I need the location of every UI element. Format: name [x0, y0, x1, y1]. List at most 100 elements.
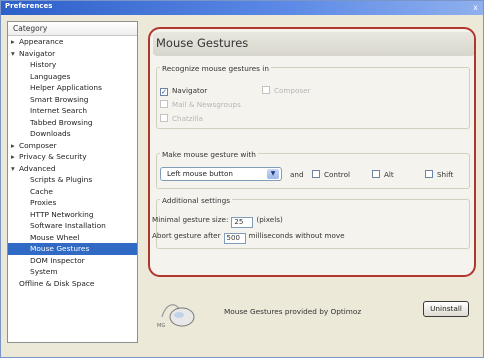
sidebar-item-composer[interactable]: ▸ Composer	[8, 140, 137, 152]
sidebar-item-dom-inspector[interactable]: DOM Inspector	[8, 255, 137, 267]
additional-legend: Additional settings	[160, 196, 233, 205]
sidebar-item-internet-search[interactable]: Internet Search	[8, 105, 137, 117]
alt-checkbox[interactable]: Alt	[372, 170, 394, 179]
gesture-button-select[interactable]: Left mouse button ▼	[160, 167, 282, 181]
sidebar-item-label: Composer	[19, 140, 57, 150]
sidebar-item-label: Mouse Gestures	[30, 244, 90, 253]
sidebar-item-smart-browsing[interactable]: Smart Browsing	[8, 94, 137, 106]
sidebar-item-privacy-security[interactable]: ▸ Privacy & Security	[8, 151, 137, 163]
sidebar-item-label: Downloads	[30, 129, 71, 138]
checkbox-icon	[262, 86, 270, 94]
sidebar-item-mouse-gestures[interactable]: Mouse Gestures	[8, 243, 137, 255]
mouse-gestures-panel: Mouse Gestures Recognize mouse gestures …	[148, 27, 476, 277]
abort-label: Abort gesture after	[152, 231, 221, 240]
abort-unit: milliseconds without move	[248, 231, 345, 240]
chevron-right-icon[interactable]: ▸	[11, 151, 19, 163]
min-size-input[interactable]: 25	[231, 217, 254, 228]
sidebar-item-offline-disk-space[interactable]: Offline & Disk Space	[8, 278, 137, 290]
sidebar-item-languages[interactable]: Languages	[8, 71, 137, 83]
checkbox-checked-icon: ✓	[160, 88, 168, 96]
recognize-legend: Recognize mouse gestures in	[160, 64, 271, 73]
abort-input[interactable]: 500	[223, 233, 246, 244]
sidebar-item-label: Tabbed Browsing	[30, 117, 93, 127]
category-tree: ▸ Appearance ▾ Navigator History Languages Hel…	[8, 36, 137, 289]
sidebar-item-label: Appearance	[19, 37, 64, 46]
preferences-window: Preferences x Category ▸ Appearance ▾ Navig…	[0, 0, 484, 358]
sidebar-item-label: Proxies	[30, 198, 57, 207]
min-size-row: Minimal gesture size: 25 (pixels)	[152, 215, 283, 228]
sidebar-item-label: Languages	[30, 71, 71, 81]
sidebar-item-tabbed-browsing[interactable]: Tabbed Browsing	[8, 117, 137, 129]
checkbox-icon	[160, 114, 168, 122]
category-sidebar: Category ▸ Appearance ▾ Navigator History Lan…	[7, 21, 138, 343]
control-checkbox[interactable]: Control	[312, 170, 350, 179]
sidebar-item-navigator[interactable]: ▾ Navigator	[8, 48, 137, 60]
sidebar-item-system[interactable]: System	[8, 266, 137, 278]
chatzilla-checkbox[interactable]: Chatzilla	[160, 114, 203, 123]
sidebar-item-label: Advanced	[19, 163, 56, 173]
checkbox-icon	[160, 100, 168, 108]
mail-newsgroups-checkbox[interactable]: Mail & Newsgroups	[160, 100, 241, 109]
sidebar-item-label: Helper Applications	[30, 83, 102, 92]
sidebar-item-mouse-wheel[interactable]: Mouse Wheel	[8, 232, 137, 244]
sidebar-item-label: Internet Search	[30, 106, 88, 115]
window-title: Preferences	[5, 2, 53, 10]
sidebar-item-label: HTTP Networking	[30, 209, 94, 219]
footer-credit: Mouse Gestures provided by Optimoz	[224, 307, 362, 316]
sidebar-item-cache[interactable]: Cache	[8, 186, 137, 198]
chevron-down-icon[interactable]: ▾	[11, 48, 19, 60]
sidebar-item-history[interactable]: History	[8, 59, 137, 71]
sidebar-item-label: Smart Browsing	[30, 94, 89, 104]
navigator-checkbox[interactable]: ✓ Navigator	[160, 86, 207, 96]
checkbox-label: Control	[324, 170, 350, 179]
footer: MG Mouse Gestures provided by Optimoz Un…	[146, 289, 479, 339]
sidebar-item-appearance[interactable]: ▸ Appearance	[8, 36, 137, 48]
chevron-down-icon: ▼	[267, 169, 279, 179]
checkbox-label: Alt	[384, 170, 394, 179]
category-header[interactable]: Category	[8, 22, 137, 36]
sidebar-item-software-installation[interactable]: Software Installation	[8, 220, 137, 232]
sidebar-item-advanced[interactable]: ▾ Advanced	[8, 163, 137, 175]
min-size-unit: (pixels)	[256, 215, 283, 224]
abort-row: Abort gesture after 500 milliseconds witho…	[152, 231, 345, 244]
chevron-right-icon[interactable]: ▸	[11, 36, 19, 48]
chevron-down-icon[interactable]: ▾	[11, 163, 19, 175]
composer-checkbox[interactable]: Composer	[262, 86, 311, 95]
checkbox-label: Composer	[274, 86, 311, 95]
checkbox-label: Mail & Newsgroups	[172, 100, 241, 109]
sidebar-item-label: Navigator	[19, 48, 56, 58]
main-pane: Mouse Gestures Recognize mouse gestures …	[146, 21, 479, 343]
uninstall-button[interactable]: Uninstall	[423, 301, 469, 317]
select-value: Left mouse button	[167, 169, 233, 178]
checkbox-icon	[312, 170, 320, 178]
and-label: and	[290, 170, 304, 179]
mouse-logo-icon: MG	[157, 304, 195, 329]
chevron-right-icon[interactable]: ▸	[11, 140, 19, 152]
checkbox-label: Chatzilla	[172, 114, 203, 123]
page-title: Mouse Gestures	[156, 36, 249, 50]
title-bar[interactable]: Preferences x	[1, 1, 483, 15]
sidebar-item-label: Cache	[30, 186, 53, 196]
close-icon[interactable]: x	[470, 2, 481, 13]
sidebar-item-http-networking[interactable]: HTTP Networking	[8, 209, 137, 221]
recognize-group	[156, 67, 470, 129]
sidebar-item-helper-applications[interactable]: Helper Applications	[8, 82, 137, 94]
svg-text:MG: MG	[157, 323, 165, 329]
shift-checkbox[interactable]: Shift	[425, 170, 453, 179]
sidebar-item-downloads[interactable]: Downloads	[8, 128, 137, 140]
make-gesture-legend: Make mouse gesture with	[160, 150, 258, 159]
sidebar-item-label: System	[30, 267, 58, 276]
sidebar-item-label: Mouse Wheel	[30, 232, 80, 242]
sidebar-item-label: DOM Inspector	[30, 255, 85, 265]
sidebar-item-label: History	[30, 60, 57, 69]
sidebar-item-label: Offline & Disk Space	[19, 278, 95, 288]
checkbox-icon	[425, 170, 433, 178]
checkbox-icon	[372, 170, 380, 178]
sidebar-item-proxies[interactable]: Proxies	[8, 197, 137, 209]
sidebar-item-label: Privacy & Security	[19, 152, 87, 161]
sidebar-item-label: Software Installation	[30, 221, 106, 230]
min-size-label: Minimal gesture size:	[152, 215, 229, 224]
checkbox-label: Navigator	[172, 86, 208, 95]
sidebar-item-scripts-plugins[interactable]: Scripts & Plugins	[8, 174, 137, 186]
sidebar-item-label: Scripts & Plugins	[30, 175, 93, 184]
